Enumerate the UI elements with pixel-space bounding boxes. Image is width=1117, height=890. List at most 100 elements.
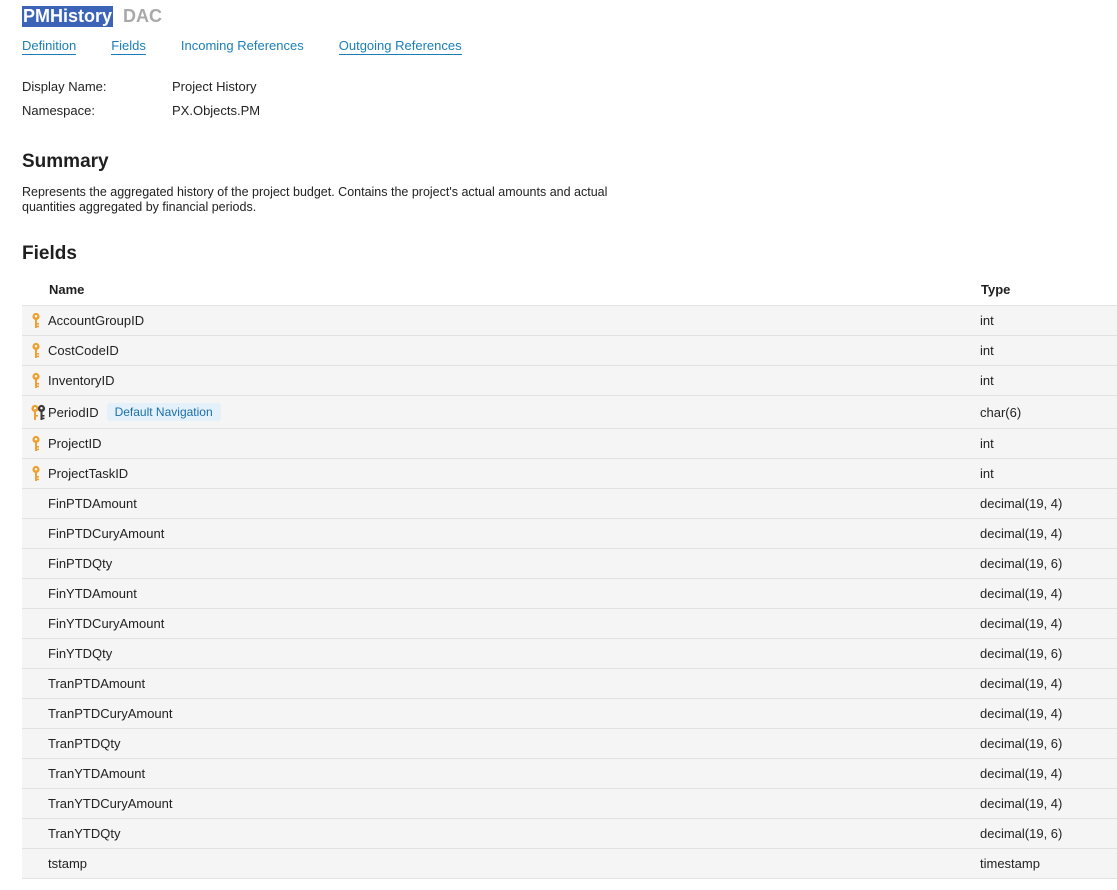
field-name-cell: ProjectID <box>48 429 101 458</box>
field-name: tstamp <box>48 856 88 871</box>
field-name: FinPTDQty <box>48 556 113 571</box>
table-row: CostCodeID int <box>22 336 1117 366</box>
table-row: FinPTDCuryAmount decimal(19, 4) <box>22 519 1117 549</box>
double-key-icon <box>30 396 47 428</box>
key-icon <box>31 366 41 395</box>
table-row: ProjectID int <box>22 429 1117 459</box>
field-name-cell: TranYTDCuryAmount <box>48 789 173 818</box>
field-type-cell: decimal(19, 6) <box>980 646 1063 661</box>
field-type-cell: int <box>980 343 994 358</box>
field-name: FinYTDQty <box>48 646 113 661</box>
table-row: TranYTDAmount decimal(19, 4) <box>22 759 1117 789</box>
field-name-cell: PeriodID Default Navigation <box>48 396 221 428</box>
field-type-cell: int <box>980 466 994 481</box>
table-row: FinYTDQty decimal(19, 6) <box>22 639 1117 669</box>
table-row: TranYTDQty decimal(19, 6) <box>22 819 1117 849</box>
namespace-label: Namespace: <box>22 103 95 118</box>
field-type-cell: int <box>980 373 994 388</box>
nav-link-definition[interactable]: Definition <box>22 38 77 55</box>
field-name: TranYTDQty <box>48 826 121 841</box>
table-row: TranYTDCuryAmount decimal(19, 4) <box>22 789 1117 819</box>
title-row: PMHistory DAC <box>22 6 162 28</box>
summary-heading: Summary <box>22 151 109 172</box>
field-type-cell: decimal(19, 4) <box>980 766 1063 781</box>
field-name: TranPTDQty <box>48 736 121 751</box>
field-name: FinYTDCuryAmount <box>48 616 165 631</box>
field-name: ProjectTaskID <box>48 466 129 481</box>
table-row: tstamp timestamp <box>22 849 1117 879</box>
field-type-cell: decimal(19, 4) <box>980 526 1063 541</box>
field-name: PeriodID <box>48 404 99 420</box>
field-name-cell: tstamp <box>48 849 87 878</box>
display-name-label: Display Name: <box>22 79 107 94</box>
key-icon <box>31 306 41 335</box>
field-type-cell: decimal(19, 4) <box>980 586 1063 601</box>
table-row: ProjectTaskID int <box>22 459 1117 489</box>
field-type-cell: int <box>980 436 994 451</box>
table-row: FinYTDCuryAmount decimal(19, 4) <box>22 609 1117 639</box>
field-name: TranPTDCuryAmount <box>48 706 173 721</box>
field-name-cell: TranPTDCuryAmount <box>48 699 173 728</box>
field-type-cell: decimal(19, 6) <box>980 736 1063 751</box>
field-type-cell: decimal(19, 4) <box>980 616 1063 631</box>
field-name-cell: FinYTDCuryAmount <box>48 609 164 638</box>
key-icon <box>31 459 41 488</box>
table-row: FinPTDQty decimal(19, 6) <box>22 549 1117 579</box>
field-name-cell: FinPTDCuryAmount <box>48 519 164 548</box>
field-type-cell: decimal(19, 6) <box>980 826 1063 841</box>
field-name-cell: ProjectTaskID <box>48 459 128 488</box>
fields-heading: Fields <box>22 243 77 264</box>
table-header: Name Type <box>22 274 1117 306</box>
table-body: AccountGroupID int CostCodeID int InventoryI… <box>22 306 1117 879</box>
field-name-cell: TranPTDAmount <box>48 669 145 698</box>
field-type-cell: decimal(19, 4) <box>980 496 1063 511</box>
field-name-cell: FinPTDQty <box>48 549 112 578</box>
column-header-name: Name <box>49 282 85 297</box>
field-type-cell: int <box>980 313 994 328</box>
field-name: FinYTDAmount <box>48 586 137 601</box>
field-name-cell: InventoryID <box>48 366 114 395</box>
key-icon <box>31 336 41 365</box>
namespace-value: PX.Objects.PM <box>172 103 261 118</box>
display-name-value: Project History <box>172 79 257 94</box>
nav-link-incoming-references[interactable]: Incoming References <box>181 38 304 55</box>
field-name: FinPTDCuryAmount <box>48 526 165 541</box>
field-name: AccountGroupID <box>48 313 145 328</box>
key-icon <box>31 429 41 458</box>
field-name: TranPTDAmount <box>48 676 146 691</box>
field-type-cell: decimal(19, 6) <box>980 556 1063 571</box>
field-name: TranYTDAmount <box>48 766 146 781</box>
field-type-cell: decimal(19, 4) <box>980 706 1063 721</box>
field-name: InventoryID <box>48 373 115 388</box>
field-name: CostCodeID <box>48 343 119 358</box>
field-name-cell: FinPTDAmount <box>48 489 137 518</box>
field-name-cell: TranYTDAmount <box>48 759 145 788</box>
field-type-cell: char(6) <box>980 404 1022 420</box>
table-row: PeriodID Default Navigation char(6) <box>22 396 1117 429</box>
table-row: AccountGroupID int <box>22 306 1117 336</box>
field-type-cell: decimal(19, 4) <box>980 796 1063 811</box>
field-name-cell: CostCodeID <box>48 336 119 365</box>
table-row: InventoryID int <box>22 366 1117 396</box>
nav-link-outgoing-references[interactable]: Outgoing References <box>338 38 462 55</box>
default-navigation-badge[interactable]: Default Navigation <box>106 403 221 421</box>
field-name-cell: AccountGroupID <box>48 306 144 335</box>
table-row: TranPTDAmount decimal(19, 4) <box>22 669 1117 699</box>
table-row: TranPTDCuryAmount decimal(19, 4) <box>22 699 1117 729</box>
field-type-cell: decimal(19, 4) <box>980 676 1063 691</box>
fields-table: Name Type AccountGroupID int CostCodeID int… <box>22 274 1117 879</box>
field-name-cell: FinYTDQty <box>48 639 112 668</box>
table-row: TranPTDQty decimal(19, 6) <box>22 729 1117 759</box>
field-name: FinPTDAmount <box>48 496 137 511</box>
field-name-cell: TranPTDQty <box>48 729 120 758</box>
field-type-cell: timestamp <box>980 856 1040 871</box>
page-title: PMHistory <box>22 6 114 27</box>
column-header-type: Type <box>981 282 1011 297</box>
page-kind: DAC <box>123 6 163 26</box>
section-nav: Definition Fields Incoming References Ou… <box>22 38 497 55</box>
table-row: FinYTDAmount decimal(19, 4) <box>22 579 1117 609</box>
field-name-cell: TranYTDQty <box>48 819 120 848</box>
field-name: TranYTDCuryAmount <box>48 796 173 811</box>
field-name: ProjectID <box>48 436 102 451</box>
nav-link-fields[interactable]: Fields <box>111 38 146 55</box>
